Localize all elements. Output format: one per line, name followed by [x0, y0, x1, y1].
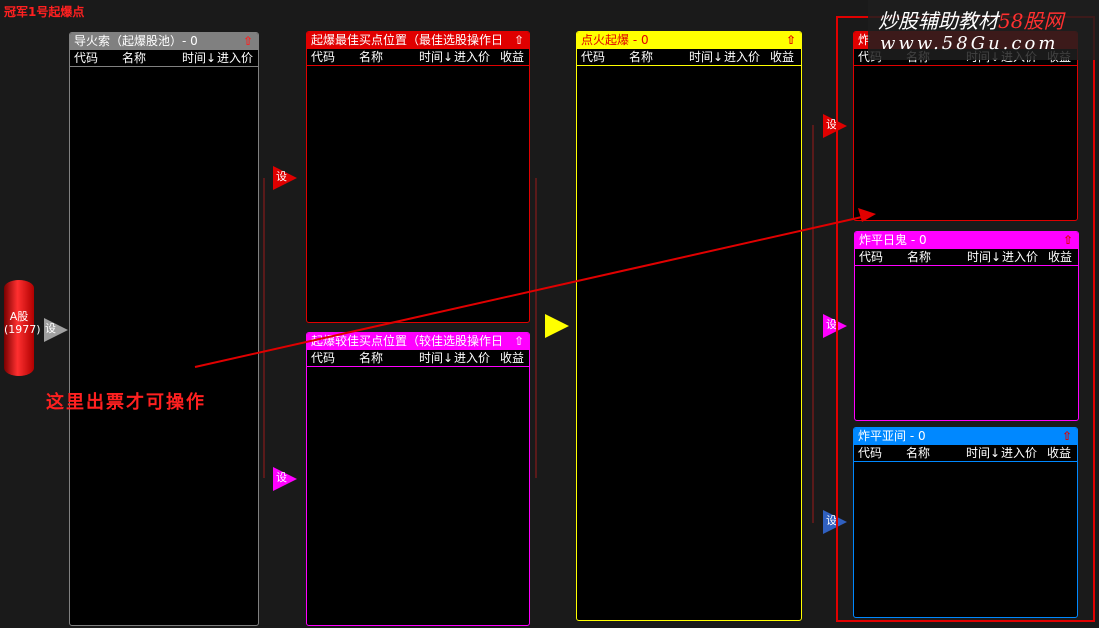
annotation-note: 这里出票才可操作	[46, 392, 206, 413]
watermark: 炒股辅助教材58股网 www.58Gu.com	[868, 0, 1099, 60]
annotation-arrow	[194, 208, 876, 368]
watermark-line1: 炒股辅助教材58股网	[878, 9, 1064, 33]
watermark-line2: www.58Gu.com	[880, 33, 1059, 54]
